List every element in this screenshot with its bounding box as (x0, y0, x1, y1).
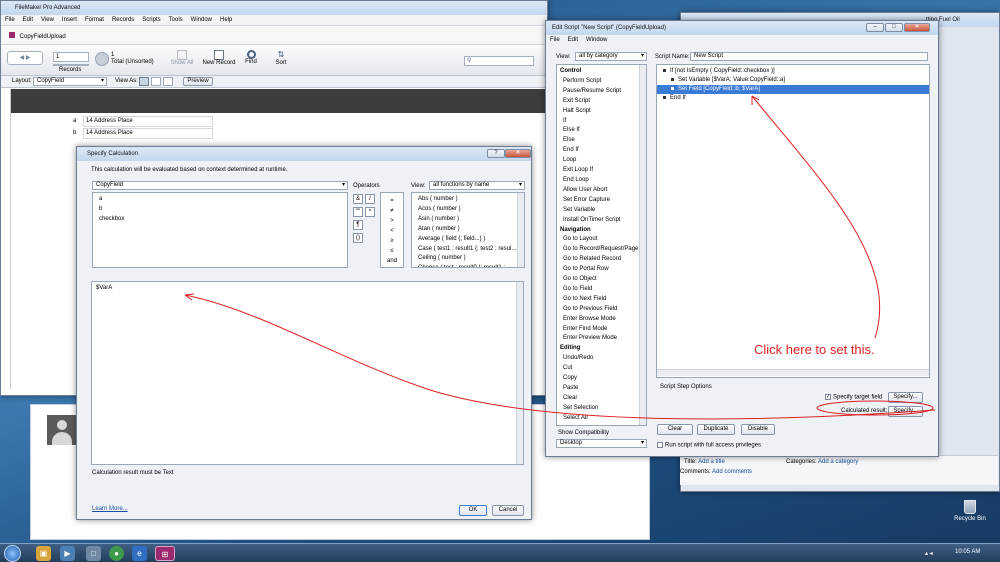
tray-icons: ▴ ◂ (925, 551, 933, 557)
annotation-text: Click here to set this. (754, 342, 875, 357)
taskbar-chrome-icon[interactable]: ● (109, 546, 124, 561)
taskbar: ▣ ▶ □ ● e ⊞ ▴ ◂ 10:05 AM (0, 543, 1000, 562)
start-button[interactable] (4, 545, 21, 562)
annotation-overlay (184, 95, 936, 420)
annotation-arrow-to-step (751, 95, 881, 339)
taskbar-media-icon[interactable]: ▶ (60, 546, 75, 561)
taskbar-window-icon[interactable]: □ (86, 546, 101, 561)
taskbar-filemaker-icon[interactable]: ⊞ (155, 546, 175, 561)
taskbar-clock[interactable]: 10:05 AM (955, 549, 980, 555)
taskbar-explorer-icon[interactable]: ▣ (36, 546, 51, 561)
annotation-circle (816, 400, 934, 416)
taskbar-ie-icon[interactable]: e (132, 546, 147, 561)
